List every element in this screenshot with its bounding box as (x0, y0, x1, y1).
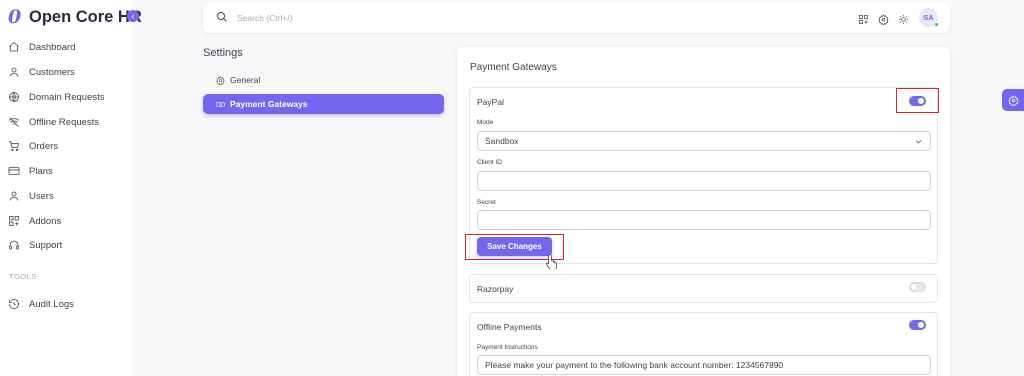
user-icon (9, 67, 19, 77)
app-name: Open Core HR (29, 7, 142, 26)
highlight-box (896, 88, 939, 113)
headset-icon (9, 240, 19, 250)
mode-value: Sandbox (485, 136, 519, 146)
sidebar-item-label: Plans (29, 165, 53, 177)
sidebar-item-label: Support (29, 239, 63, 251)
shortcuts-button[interactable] (858, 12, 869, 24)
online-status-dot (934, 22, 939, 27)
gear-icon (1007, 94, 1019, 106)
mode-label: Mode (477, 119, 494, 126)
user-icon (9, 191, 19, 201)
sidebar-item-orders[interactable]: Orders (8, 137, 58, 155)
gear-icon (878, 14, 889, 26)
toggle-knob (911, 284, 917, 290)
search-input[interactable] (237, 9, 537, 26)
client-id-field[interactable] (477, 171, 931, 191)
sidebar-item-label: Domain Requests (29, 91, 105, 103)
grid-plus-icon (9, 216, 19, 226)
offline-payments-name: Offline Payments (477, 322, 542, 332)
logo-mark-icon: 0 (8, 6, 22, 28)
sidebar-item-label: Audit Logs (29, 298, 74, 310)
sidebar-item-label: Dashboard (29, 41, 76, 53)
sidebar-item-label: Orders (29, 140, 59, 152)
sidebar: 0 Open Core HR Dashboard Customers Domai… (0, 0, 142, 376)
sidebar-item-label: Offline Requests (29, 116, 100, 128)
client-id-label: Client ID (477, 159, 502, 166)
razorpay-name: Razorpay (477, 284, 514, 294)
sidebar-item-support[interactable]: Support (8, 236, 62, 254)
toggle-knob (918, 322, 924, 328)
paypal-name: PayPal (477, 97, 504, 107)
history-icon (9, 299, 19, 309)
sidebar-item-dashboard[interactable]: Dashboard (8, 38, 75, 56)
chevron-left-icon: ‹ (131, 11, 135, 21)
app-logo[interactable]: 0 Open Core HR (8, 6, 142, 28)
sidebar-item-label: Customers (29, 66, 75, 78)
settings-title: Settings (203, 47, 243, 59)
topbar: SA (203, 2, 950, 33)
sidebar-item-domain-requests[interactable]: Domain Requests (8, 88, 105, 106)
sidebar-item-audit-logs[interactable]: Audit Logs (8, 295, 74, 313)
sidebar-item-offline-requests[interactable]: Offline Requests (8, 113, 99, 131)
sidebar-section-tools: TOOLS (9, 272, 37, 281)
gear-icon (216, 75, 225, 85)
money-icon (216, 101, 225, 107)
avatar[interactable]: SA (919, 8, 939, 27)
payment-instructions-field[interactable]: Please make your payment to the followin… (477, 355, 931, 375)
payment-instructions-label: Payment Instructions (477, 344, 538, 351)
sidebar-item-label: Addons (29, 215, 62, 227)
theme-toggle-button[interactable] (898, 12, 909, 25)
cart-icon (9, 141, 20, 152)
sidebar-collapse-button[interactable]: ‹ (127, 10, 139, 22)
settings-nav-payment-gateways[interactable]: Payment Gateways (203, 94, 444, 114)
secret-label: Secret (477, 199, 496, 206)
hand-cursor-icon (546, 253, 557, 269)
home-icon (9, 41, 19, 52)
sun-icon (898, 14, 909, 25)
sidebar-item-plans[interactable]: Plans (8, 162, 53, 180)
sidebar-item-addons[interactable]: Addons (8, 212, 61, 230)
settings-nav-general[interactable]: General (203, 70, 444, 90)
avatar-initials: SA (923, 13, 934, 22)
customizer-button[interactable] (1002, 89, 1024, 111)
settings-button[interactable] (878, 12, 889, 26)
credit-card-icon (8, 167, 20, 175)
chevron-down-icon (915, 139, 922, 143)
secret-field[interactable] (477, 210, 931, 230)
razorpay-card (469, 274, 938, 303)
razorpay-toggle[interactable] (909, 282, 926, 292)
settings-nav-label: General (230, 75, 261, 85)
settings-nav-label: Payment Gateways (230, 99, 308, 109)
search-icon (217, 12, 227, 22)
globe-icon (9, 92, 19, 102)
sidebar-item-customers[interactable]: Customers (8, 63, 75, 81)
mode-select[interactable]: Sandbox (477, 131, 931, 151)
offline-payments-toggle[interactable] (909, 320, 926, 330)
sidebar-item-users[interactable]: Users (8, 187, 54, 205)
payment-gateways-title: Payment Gateways (470, 62, 557, 73)
sidebar-item-label: Users (29, 190, 54, 202)
wifi-off-icon (8, 117, 20, 127)
grid-plus-icon (859, 15, 868, 24)
